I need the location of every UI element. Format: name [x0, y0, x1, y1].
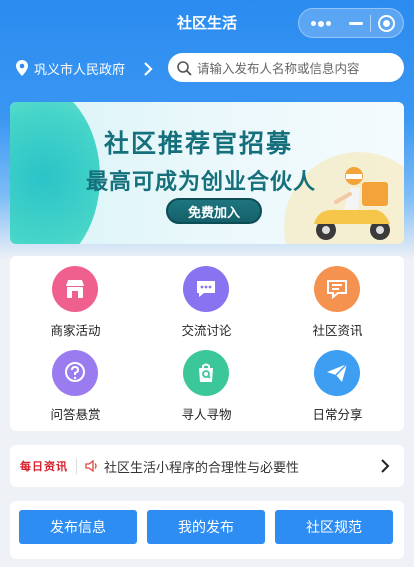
minimize-icon[interactable] [349, 22, 363, 25]
category-community-news[interactable]: 社区资讯 [272, 258, 403, 344]
category-label: 日常分享 [312, 407, 363, 422]
category-daily-share[interactable]: 日常分享 [272, 342, 403, 428]
promo-banner[interactable]: 社区推荐官招募 最高可成为创业合伙人 免费加入 [10, 102, 404, 244]
chat-bubble-icon [183, 266, 229, 312]
paper-plane-icon [314, 350, 360, 396]
publish-info-button[interactable]: 发布信息 [19, 510, 137, 544]
banner-subtitle: 最高可成为创业合伙人 [86, 170, 317, 195]
category-label: 问答悬赏 [50, 407, 101, 422]
location-name: 巩义市人民政府 [34, 62, 126, 78]
my-posts-button[interactable]: 我的发布 [147, 510, 265, 544]
category-label: 商家活动 [50, 323, 101, 338]
category-grid: 商家活动 交流讨论 社区资讯 问答悬赏 寻人寻物 日常分享 [10, 256, 404, 431]
search-input[interactable]: 请输入发布人名称或信息内容 [197, 58, 360, 77]
community-rules-button[interactable]: 社区规范 [275, 510, 393, 544]
store-icon [52, 266, 98, 312]
location-pin-icon [16, 60, 28, 76]
chevron-right-icon [144, 62, 153, 76]
category-label: 寻人寻物 [181, 407, 232, 422]
join-free-button[interactable]: 免费加入 [166, 198, 262, 224]
news-tag: 每日资讯 [20, 460, 68, 473]
top-bar: 社区生活 [0, 0, 414, 44]
banner-title: 社区推荐官招募 [104, 129, 294, 158]
category-label: 社区资讯 [312, 323, 363, 338]
speaker-icon [85, 459, 97, 473]
category-merchant-activity[interactable]: 商家活动 [10, 258, 141, 344]
news-message-icon [314, 266, 360, 312]
capsule-divider [370, 15, 371, 32]
location-selector[interactable]: 巩义市人民政府 [16, 56, 153, 80]
news-divider [76, 458, 77, 474]
category-label: 交流讨论 [181, 323, 232, 338]
chevron-right-icon[interactable] [378, 458, 392, 474]
action-bar: 发布信息 我的发布 社区规范 [10, 501, 404, 559]
search-icon [177, 60, 192, 75]
search-bag-icon [183, 350, 229, 396]
delivery-rider-illustration [314, 167, 390, 240]
search-bar[interactable]: 请输入发布人名称或信息内容 [168, 53, 404, 82]
question-bubble-icon [52, 350, 98, 396]
category-lost-found[interactable]: 寻人寻物 [141, 342, 272, 428]
category-qa-reward[interactable]: 问答悬赏 [10, 342, 141, 428]
category-discussion[interactable]: 交流讨论 [141, 258, 272, 344]
news-ticker[interactable]: 每日资讯 社区生活小程序的合理性与必要性 [10, 445, 404, 487]
more-icon[interactable] [311, 20, 331, 27]
close-target-icon[interactable] [378, 15, 395, 32]
news-headline[interactable]: 社区生活小程序的合理性与必要性 [104, 457, 299, 476]
mini-program-capsule [298, 8, 404, 38]
